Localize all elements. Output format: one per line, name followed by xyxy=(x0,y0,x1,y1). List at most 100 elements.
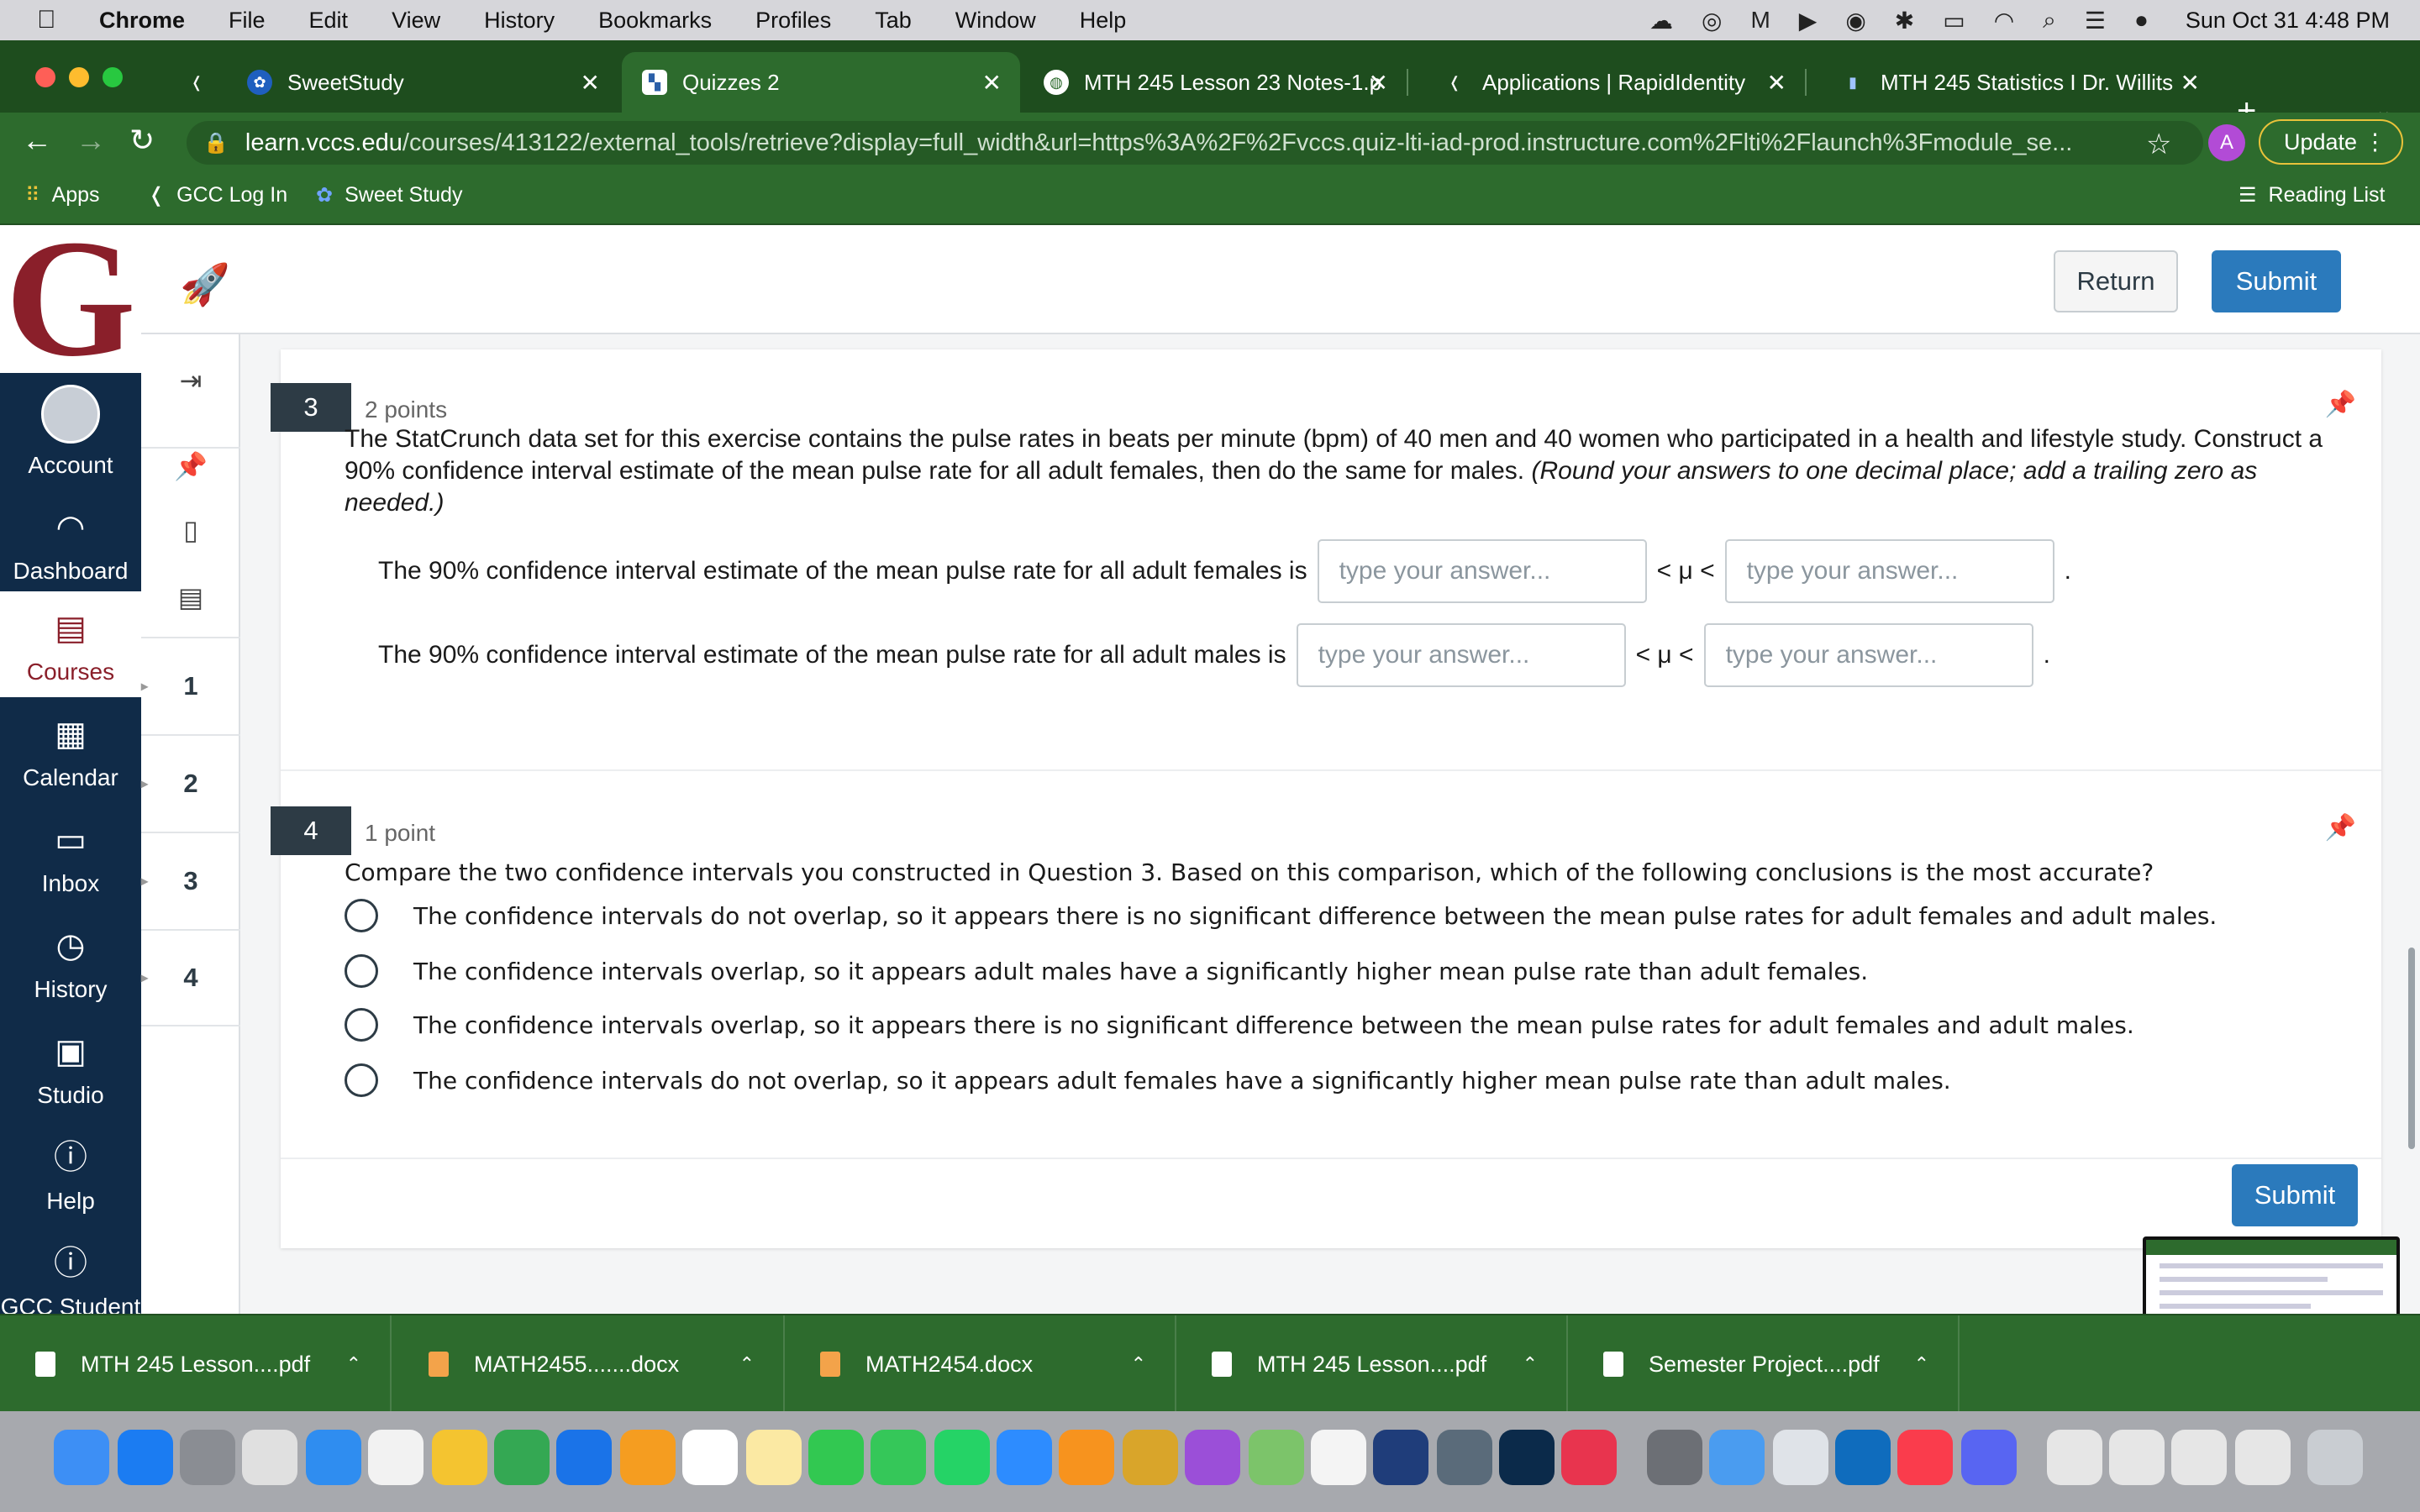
lightroom-icon[interactable] xyxy=(1499,1430,1555,1485)
male-lower-input[interactable] xyxy=(1296,623,1626,687)
menu-help[interactable]: Help xyxy=(1080,8,1127,34)
answer-option-3[interactable]: The confidence intervals overlap, so it … xyxy=(345,1008,2134,1042)
bluetooth-icon[interactable]: ✱ xyxy=(1895,7,1914,34)
photos-icon[interactable] xyxy=(1311,1430,1366,1485)
male-upper-input[interactable] xyxy=(1703,623,2033,687)
app-icon-layers[interactable] xyxy=(1373,1430,1428,1485)
menu-app-name[interactable]: Chrome xyxy=(99,8,185,34)
menu-history[interactable]: History xyxy=(484,8,555,34)
reading-list[interactable]: ☰ Reading List xyxy=(2238,183,2386,207)
address-bar[interactable]: 🔒 learn.vccs.edu/courses/413122/external… xyxy=(187,121,2203,165)
download-item-3[interactable]: MATH2454.docx ⌃ xyxy=(785,1315,1176,1413)
tab-close-icon[interactable]: ✕ xyxy=(581,69,600,97)
download-item-5[interactable]: Semester Project....pdf ⌃ xyxy=(1568,1315,1960,1413)
notes-app-icon[interactable] xyxy=(746,1430,802,1485)
tab-sweetstudy[interactable]: ✿ SweetStudy ✕ xyxy=(227,52,618,113)
download-item-2[interactable]: MATH2455.......docx ⌃ xyxy=(393,1315,785,1413)
battery-icon[interactable]: ▭ xyxy=(1943,7,1965,34)
reload-icon[interactable]: ↻ xyxy=(129,123,155,158)
download-item-4[interactable]: MTH 245 Lesson....pdf ⌃ xyxy=(1176,1315,1568,1413)
nav-dashboard[interactable]: ◠ Dashboard xyxy=(0,504,141,585)
gcc-logo[interactable]: G xyxy=(0,215,141,383)
answer-option-2[interactable]: The confidence intervals overlap, so it … xyxy=(345,954,1868,988)
tab-close-icon[interactable]: ✕ xyxy=(982,69,1002,97)
spotlight-search-icon[interactable]: ⌕ xyxy=(2043,7,2056,34)
quicktime-icon[interactable] xyxy=(1437,1430,1492,1485)
system-preferences-icon[interactable] xyxy=(180,1430,235,1485)
automator-icon[interactable] xyxy=(1647,1430,1702,1485)
bookmark-star-icon[interactable]: ☆ xyxy=(2146,128,2171,161)
trash-icon[interactable] xyxy=(2307,1430,2363,1485)
chrome-icon[interactable] xyxy=(368,1430,424,1485)
download-item-1[interactable]: MTH 245 Lesson....pdf ⌃ xyxy=(0,1315,392,1413)
airdrop-icon[interactable]: ◉ xyxy=(1845,7,1865,34)
radio-button[interactable] xyxy=(345,1063,378,1097)
menu-clock[interactable]: Sun Oct 31 4:48 PM xyxy=(2186,8,2390,34)
nav-inbox[interactable]: ▭ Inbox xyxy=(0,816,141,897)
app-icon-orange[interactable] xyxy=(1059,1430,1114,1485)
back-arrow-icon[interactable]: ← xyxy=(22,123,52,158)
tab-close-icon[interactable]: ✕ xyxy=(1767,69,1786,97)
collapse-panel-icon[interactable]: ⇥ xyxy=(141,365,240,396)
lock-icon[interactable]: 🔒 xyxy=(203,131,229,155)
bookmark-gcc-log-in[interactable]: ❬ GCC Log In xyxy=(148,183,287,207)
app-store-icon[interactable] xyxy=(118,1430,173,1485)
siri-icon[interactable]: ● xyxy=(2134,7,2149,34)
facetime-icon[interactable] xyxy=(808,1430,864,1485)
maps-icon[interactable] xyxy=(1249,1430,1304,1485)
window-zoom-icon[interactable] xyxy=(103,67,123,87)
chrome-update-button[interactable]: Update ⋮ xyxy=(2259,119,2403,165)
malwarebytes-icon[interactable]: M xyxy=(1750,7,1770,34)
menu-window[interactable]: Window xyxy=(955,8,1036,34)
tab-pinned-gcc[interactable]: ❬ xyxy=(165,52,224,113)
app-icon-sphere[interactable] xyxy=(1123,1430,1178,1485)
nav-studio[interactable]: ▣ Studio xyxy=(0,1028,141,1109)
tab-close-icon[interactable]: ✕ xyxy=(1369,69,1388,97)
question-nav-2[interactable]: ▸ 2 xyxy=(141,734,240,832)
tab-close-icon[interactable]: ✕ xyxy=(2181,69,2200,97)
zoom-icon[interactable] xyxy=(997,1430,1052,1485)
bookmark-sweet-study[interactable]: ✿ Sweet Study xyxy=(316,183,462,207)
control-center-icon[interactable]: ☰ xyxy=(2085,7,2106,34)
recent-document-icon[interactable] xyxy=(2171,1430,2227,1485)
calculator-icon[interactable]: ▯ xyxy=(141,514,240,546)
wifi-icon[interactable]: ◠ xyxy=(1994,7,2014,34)
recent-document-icon[interactable] xyxy=(2235,1430,2291,1485)
tab-statistics[interactable]: ▮ MTH 245 Statistics I Dr. Willits ✕ xyxy=(1820,52,2218,113)
window-close-icon[interactable] xyxy=(35,67,55,87)
chevron-up-icon[interactable]: ⌃ xyxy=(1523,1353,1538,1375)
creative-cloud-app-icon[interactable] xyxy=(1561,1430,1617,1485)
radio-button[interactable] xyxy=(345,1008,378,1042)
chevron-up-icon[interactable]: ⌃ xyxy=(739,1353,755,1375)
launchpad-icon[interactable] xyxy=(242,1430,297,1485)
numbers-icon[interactable] xyxy=(494,1430,550,1485)
menu-bookmarks[interactable]: Bookmarks xyxy=(598,8,712,34)
page-scrollbar[interactable] xyxy=(2408,948,2415,1149)
pages-icon[interactable] xyxy=(620,1430,676,1485)
safari-icon[interactable] xyxy=(306,1430,361,1485)
nav-account[interactable]: Account xyxy=(0,385,141,479)
window-minimize-icon[interactable] xyxy=(69,67,89,87)
bookmark-apps[interactable]: ⠿ Apps xyxy=(25,183,100,207)
whatsapp-icon[interactable] xyxy=(934,1430,990,1485)
recent-document-icon[interactable] xyxy=(2109,1430,2165,1485)
podcasts-icon[interactable] xyxy=(1185,1430,1240,1485)
radio-button[interactable] xyxy=(345,899,378,932)
question-nav-1[interactable]: ▸ 1 xyxy=(141,637,240,734)
tab-lesson-notes[interactable]: ◍ MTH 245 Lesson 23 Notes-1.p ✕ xyxy=(1023,52,1408,113)
pin-icon[interactable]: 📌 xyxy=(141,450,240,482)
submit-button-top[interactable]: Submit xyxy=(2212,250,2341,312)
radio-button[interactable] xyxy=(345,954,378,988)
keynote-icon[interactable] xyxy=(556,1430,612,1485)
chevron-up-icon[interactable]: ⌃ xyxy=(346,1353,361,1375)
chevron-up-icon[interactable]: ⌃ xyxy=(1914,1353,1929,1375)
menu-file[interactable]: File xyxy=(229,8,266,34)
submit-button-bottom[interactable]: Submit xyxy=(2232,1164,2358,1226)
tab-quizzes-2[interactable]: ▚ Quizzes 2 ✕ xyxy=(622,52,1020,113)
play-icon[interactable]: ▶ xyxy=(1799,7,1818,34)
creative-cloud-icon[interactable]: ◎ xyxy=(1702,7,1722,34)
answer-option-4[interactable]: The confidence intervals do not overlap,… xyxy=(345,1063,1951,1097)
finder-icon[interactable] xyxy=(54,1430,109,1485)
nav-help[interactable]: ⓘ Help xyxy=(0,1134,141,1215)
mail-icon[interactable] xyxy=(1709,1430,1765,1485)
